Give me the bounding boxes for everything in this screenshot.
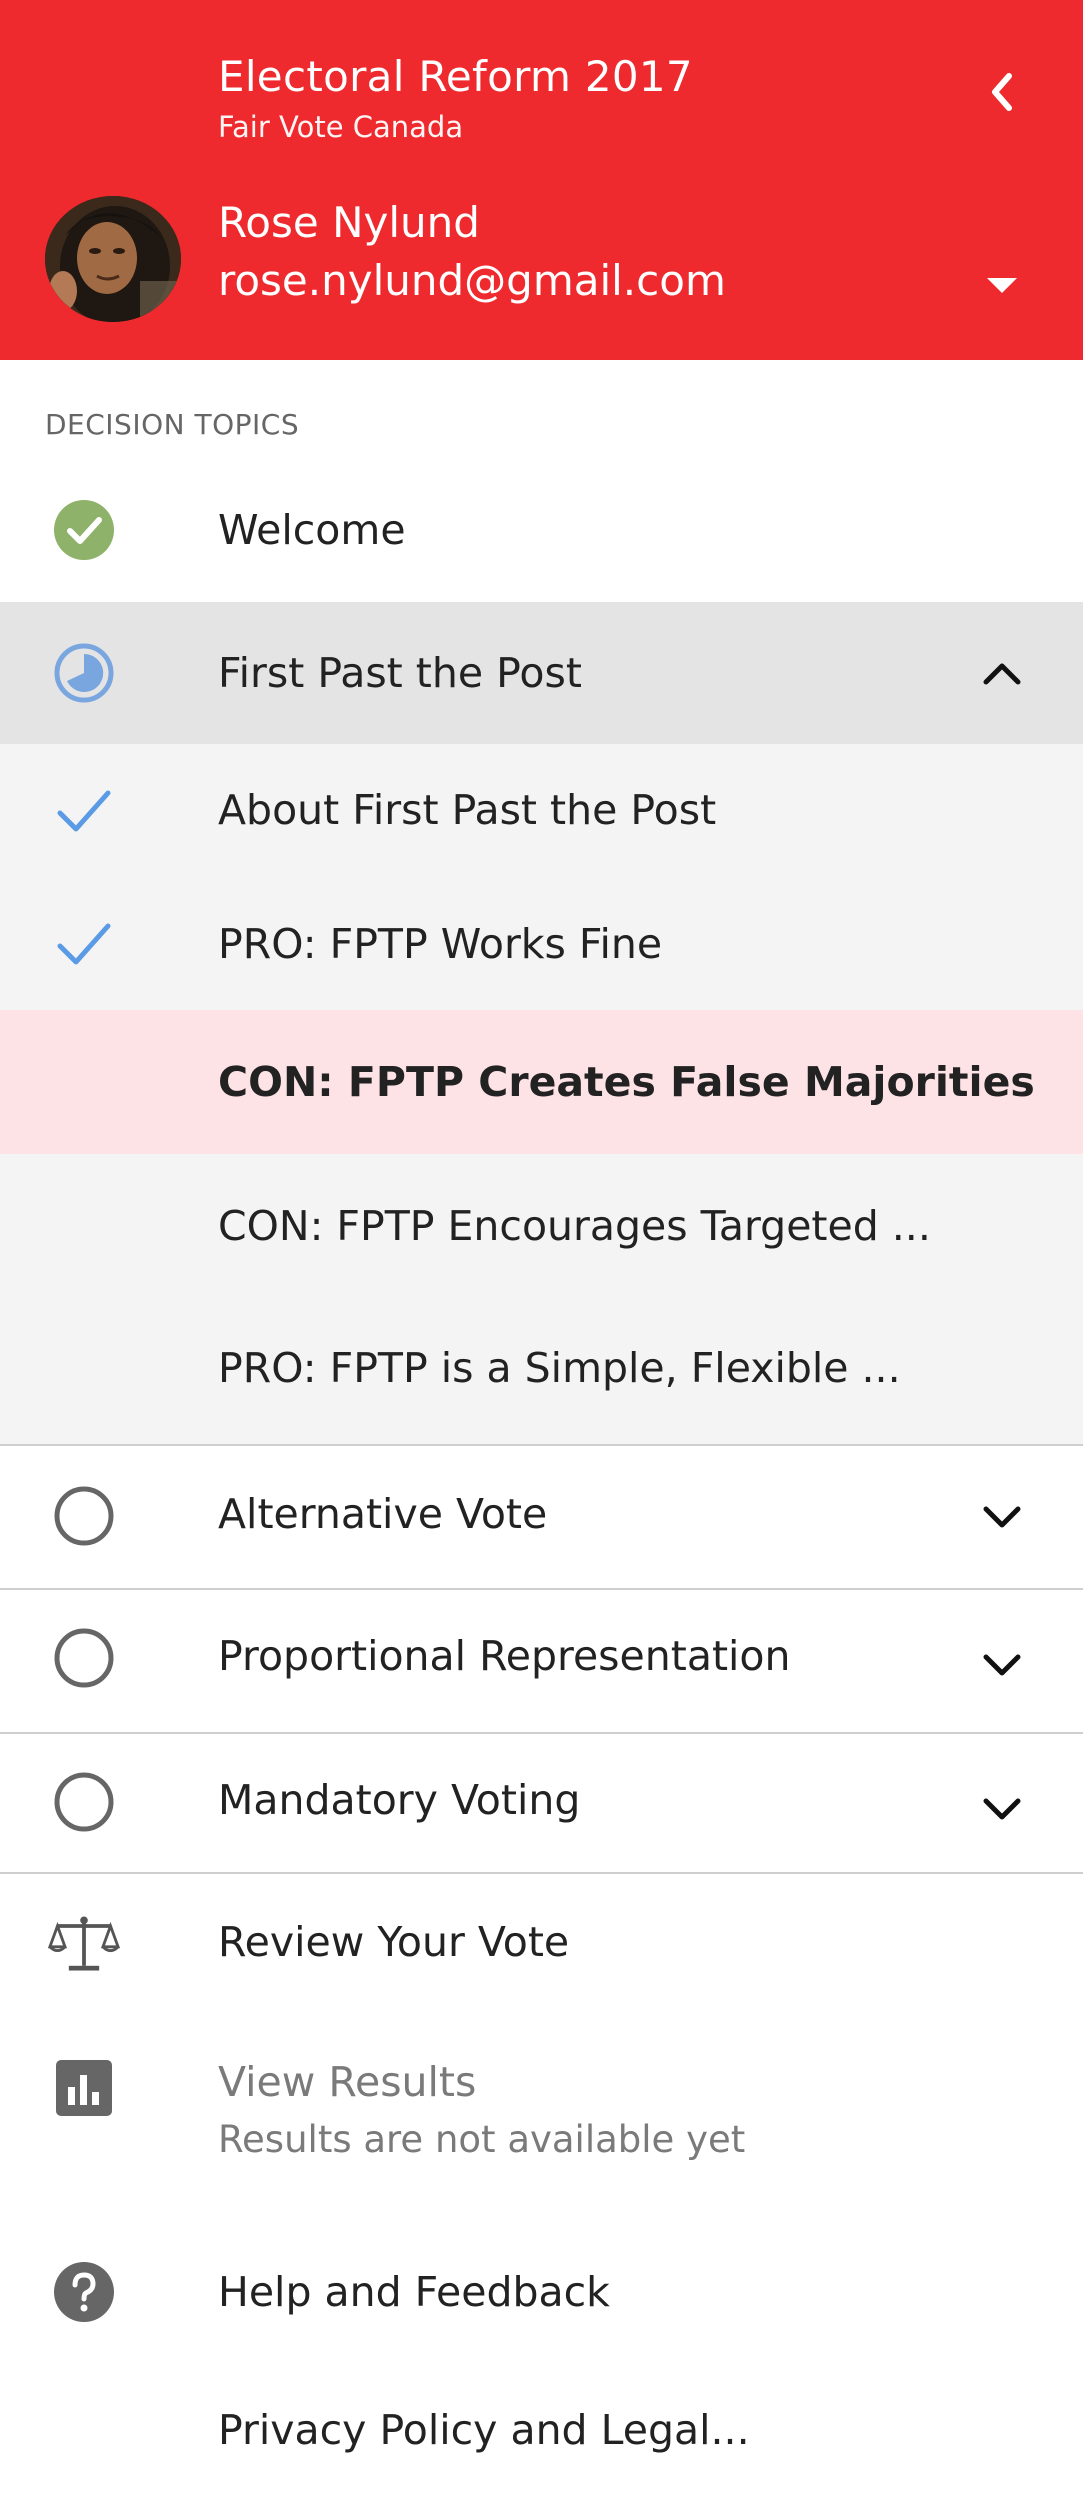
menu-label: Privacy Policy and Legal... [218,2406,750,2454]
menu-review-your-vote[interactable]: Review Your Vote [0,1874,1083,2014]
topic-first-past-the-post[interactable]: First Past the Post [0,602,1083,744]
subtopic-label: PRO: FPTP is a Simple, Flexible ... [218,1344,901,1392]
topic-label: Alternative Vote [218,1490,548,1538]
topic-welcome[interactable]: Welcome [0,460,1083,600]
app-subtitle: Fair Vote Canada [218,110,464,144]
chevron-down-icon[interactable] [966,1630,1038,1702]
menu-label: Review Your Vote [218,1918,570,1966]
menu-label: Help and Feedback [218,2268,610,2316]
subtopic-label: About First Past the Post [218,786,717,834]
empty-circle-icon [48,1622,120,1694]
empty-circle-icon [48,1480,120,1552]
subtopic-item[interactable]: About First Past the Post [0,744,1083,878]
menu-privacy-policy[interactable]: Privacy Policy and Legal... [0,2364,1083,2499]
menu-label: View Results [218,2058,477,2106]
chevron-down-icon[interactable] [966,1482,1038,1554]
section-label-decision-topics: DECISION TOPICS [45,408,300,441]
chevron-down-icon[interactable] [966,1774,1038,1846]
user-name: Rose Nylund [218,198,480,247]
topic-label: Proportional Representation [218,1632,791,1680]
topic-proportional-representation[interactable]: Proportional Representation [0,1590,1083,1732]
user-email: rose.nylund@gmail.com [218,256,726,305]
topic-label: Mandatory Voting [218,1776,581,1824]
progress-circle-icon [48,637,120,709]
topic-label: First Past the Post [218,649,582,697]
chevron-up-icon[interactable] [966,637,1038,709]
scales-icon [48,1908,120,1980]
app-title: Electoral Reform 2017 [218,52,693,101]
empty-circle-icon [48,1766,120,1838]
topic-alternative-vote[interactable]: Alternative Vote [0,1446,1083,1588]
back-button[interactable] [966,56,1038,128]
subtopic-label: PRO: FPTP Works Fine [218,920,663,968]
checkmark-icon [48,775,120,847]
menu-sublabel: Results are not available yet [218,2118,746,2161]
menu-view-results[interactable]: View Results Results are not available y… [0,2014,1083,2224]
help-circle-icon [48,2256,120,2328]
topic-label: Welcome [218,506,406,554]
caret-down-icon [987,278,1017,293]
check-circle-icon [48,494,120,566]
menu-help-and-feedback[interactable]: Help and Feedback [0,2224,1083,2364]
avatar[interactable] [45,196,181,322]
subtopic-item-active[interactable]: CON: FPTP Creates False Majorities [0,1010,1083,1154]
bar-chart-icon [48,2052,120,2124]
checkmark-icon [48,908,120,980]
chevron-left-icon [992,73,1012,111]
subtopic-label: CON: FPTP Encourages Targeted ... [218,1202,931,1250]
drawer-header: Electoral Reform 2017 Fair Vote Canada R… [0,0,1083,360]
topic-mandatory-voting[interactable]: Mandatory Voting [0,1734,1083,1872]
subtopic-item[interactable]: CON: FPTP Encourages Targeted ... [0,1154,1083,1300]
subtopic-item[interactable]: PRO: FPTP is a Simple, Flexible ... [0,1300,1083,1444]
account-toggle-button[interactable] [966,250,1038,322]
subtopic-item[interactable]: PRO: FPTP Works Fine [0,878,1083,1010]
avatar-photo [45,196,181,322]
subtopic-label: CON: FPTP Creates False Majorities [218,1058,1035,1106]
